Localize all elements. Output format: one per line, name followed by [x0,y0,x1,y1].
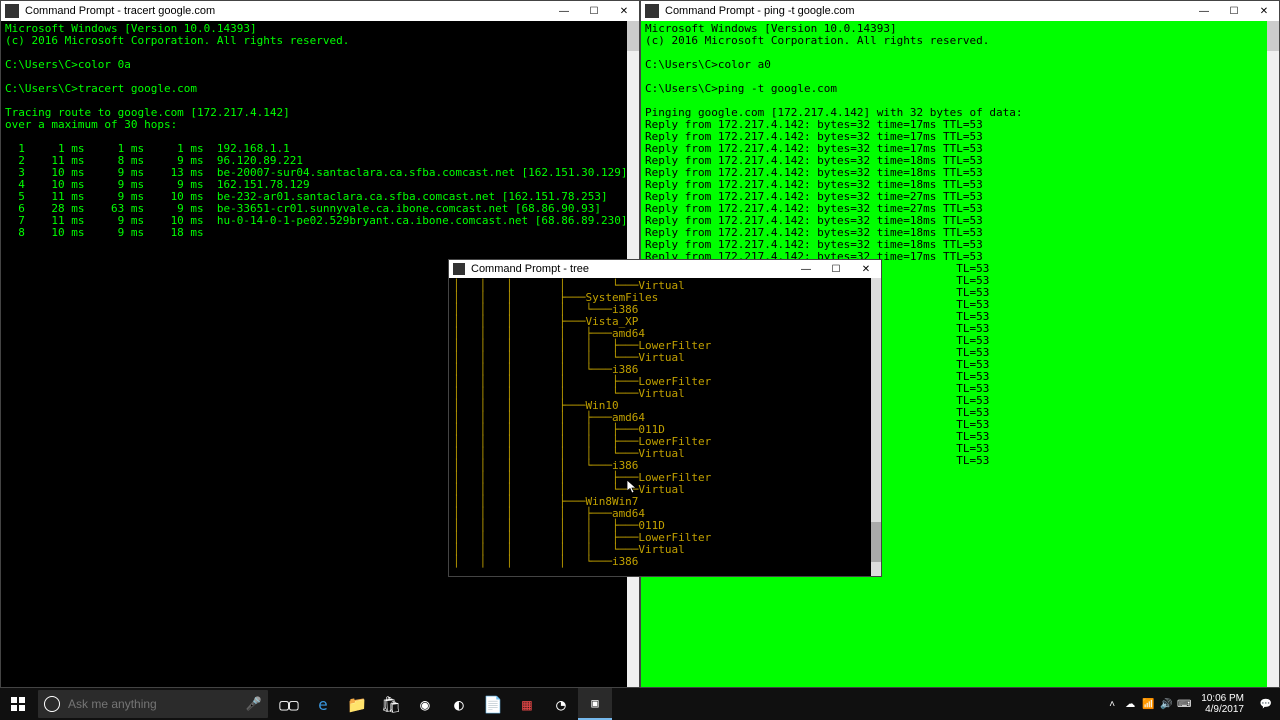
mic-icon[interactable]: 🎤 [246,697,262,712]
tracert-titlebar[interactable]: Command Prompt - tracert google.com — ☐ … [1,1,639,21]
system-tray: ˄ ☁ 📶 🔊 ⌨ 10:06 PM 4/9/2017 💬 [1103,688,1280,720]
tree-terminal[interactable]: │ │ │ │ └───Virtual │ │ │ ├───SystemFile… [449,278,881,576]
clock-date: 4/9/2017 [1201,704,1244,715]
maximize-button[interactable]: ☐ [821,259,851,279]
volume-icon[interactable]: 🔊 [1157,688,1175,720]
ping-titlebar[interactable]: Command Prompt - ping -t google.com — ☐ … [641,1,1279,21]
cmd-taskbar-icon[interactable]: ▣ [578,688,612,720]
chrome-icon[interactable]: ◉ [408,688,442,720]
cortana-icon [44,696,60,712]
steam-icon[interactable]: ◐ [442,688,476,720]
tree-title: Command Prompt - tree [469,263,791,275]
notepad-icon[interactable]: 📄 [476,688,510,720]
taskbar: 🎤 ▢▢ e 📁 🛍 ◉ ◐ 📄 ▦ ◔ ▣ ˄ ☁ 📶 🔊 ⌨ 10:06 P… [0,688,1280,720]
clock[interactable]: 10:06 PM 4/9/2017 [1193,693,1252,715]
cmd-icon [453,263,465,275]
app-icon-red[interactable]: ▦ [510,688,544,720]
file-explorer-icon[interactable]: 📁 [340,688,374,720]
network-icon[interactable]: 📶 [1139,688,1157,720]
cmd-icon [645,4,659,18]
maximize-button[interactable]: ☐ [579,1,609,21]
clock-time: 10:06 PM [1201,693,1244,704]
close-button[interactable]: ✕ [609,1,639,21]
onedrive-icon[interactable]: ☁ [1121,688,1139,720]
cmd-icon [5,4,19,18]
task-view-icon[interactable]: ▢▢ [272,688,306,720]
minimize-button[interactable]: — [1189,1,1219,21]
search-box[interactable]: 🎤 [38,690,268,718]
taskbar-apps: ▢▢ e 📁 🛍 ◉ ◐ 📄 ▦ ◔ ▣ [272,688,612,720]
store-icon[interactable]: 🛍 [374,688,408,720]
minimize-button[interactable]: — [791,259,821,279]
ping-title: Command Prompt - ping -t google.com [663,5,1189,17]
tracert-title: Command Prompt - tracert google.com [23,5,549,17]
tree-window: Command Prompt - tree — ☐ ✕ │ │ │ │ └───… [448,259,882,577]
tree-scrollbar[interactable] [871,278,881,576]
minimize-button[interactable]: — [549,1,579,21]
tree-titlebar[interactable]: Command Prompt - tree — ☐ ✕ [449,260,881,278]
close-button[interactable]: ✕ [851,259,881,279]
tray-chevron-icon[interactable]: ˄ [1103,688,1121,720]
start-button[interactable] [0,688,36,720]
action-center-icon[interactable]: 💬 [1252,699,1280,710]
close-button[interactable]: ✕ [1249,1,1279,21]
edge-icon[interactable]: e [306,688,340,720]
keyboard-icon[interactable]: ⌨ [1175,688,1193,720]
app-icon-misc[interactable]: ◔ [544,688,578,720]
ping-scrollbar[interactable] [1267,21,1279,687]
maximize-button[interactable]: ☐ [1219,1,1249,21]
search-input[interactable] [68,697,246,711]
